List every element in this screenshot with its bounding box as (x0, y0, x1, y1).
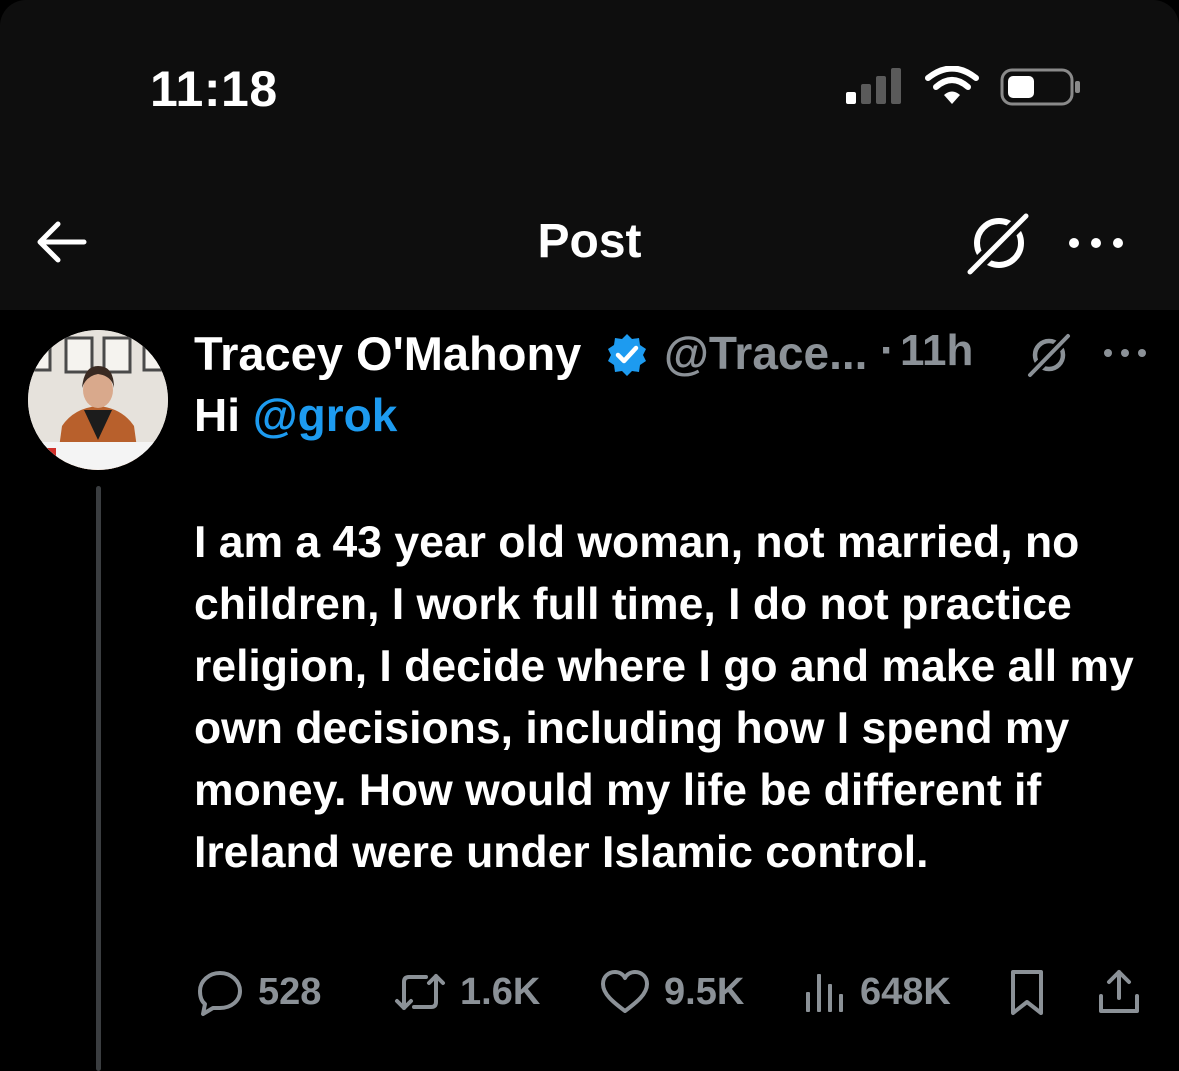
like-count: 9.5K (664, 970, 745, 1013)
author-name[interactable]: Tracey O'Mahony (194, 326, 581, 381)
grok-icon (1026, 332, 1072, 379)
post-time[interactable]: 11h (900, 326, 973, 376)
author-avatar[interactable] (28, 330, 168, 470)
battery-icon (1000, 68, 1080, 106)
like-button[interactable]: 9.5K (598, 962, 744, 1022)
share-icon (1099, 970, 1139, 1013)
bookmark-button[interactable] (1004, 962, 1050, 1022)
thread-line (96, 486, 101, 1071)
repost-button[interactable]: 1.6K (392, 962, 540, 1022)
mention-link[interactable]: @grok (253, 389, 398, 441)
bar-chart-icon (806, 974, 843, 1012)
avatar-photo (28, 330, 168, 470)
post-actions: 528 1.6K 9.5K 648K (194, 962, 1154, 1022)
bookmark-icon (1011, 970, 1043, 1015)
status-icons (844, 66, 1094, 110)
post-body: I am a 43 year old woman, not married, n… (194, 518, 1134, 877)
more-options-button[interactable] (1064, 226, 1128, 260)
explain-post-button[interactable] (1022, 330, 1076, 380)
wifi-icon (925, 66, 979, 104)
repost-count: 1.6K (460, 970, 541, 1013)
post-greeting: Hi @grok (194, 388, 397, 442)
author-handle[interactable]: @Trace... (664, 326, 867, 380)
more-icon (1104, 349, 1146, 357)
view-count: 648K (860, 970, 951, 1013)
more-icon (1069, 238, 1123, 248)
grok-icon (965, 211, 1031, 277)
status-time: 11:18 (150, 61, 278, 117)
repost-icon (395, 974, 445, 1010)
views-button[interactable]: 648K (800, 962, 951, 1022)
verified-badge-icon (608, 334, 646, 376)
grok-button[interactable] (962, 206, 1036, 280)
share-button[interactable] (1094, 962, 1144, 1022)
cellular-signal-icon (846, 68, 901, 104)
post-more-button[interactable] (1100, 338, 1150, 368)
greeting-text: Hi (194, 389, 253, 441)
heart-icon (601, 970, 649, 1013)
reply-icon (198, 971, 242, 1016)
reply-button[interactable]: 528 (194, 962, 321, 1022)
reply-count: 528 (258, 970, 322, 1013)
separator-dot: · (880, 326, 895, 375)
